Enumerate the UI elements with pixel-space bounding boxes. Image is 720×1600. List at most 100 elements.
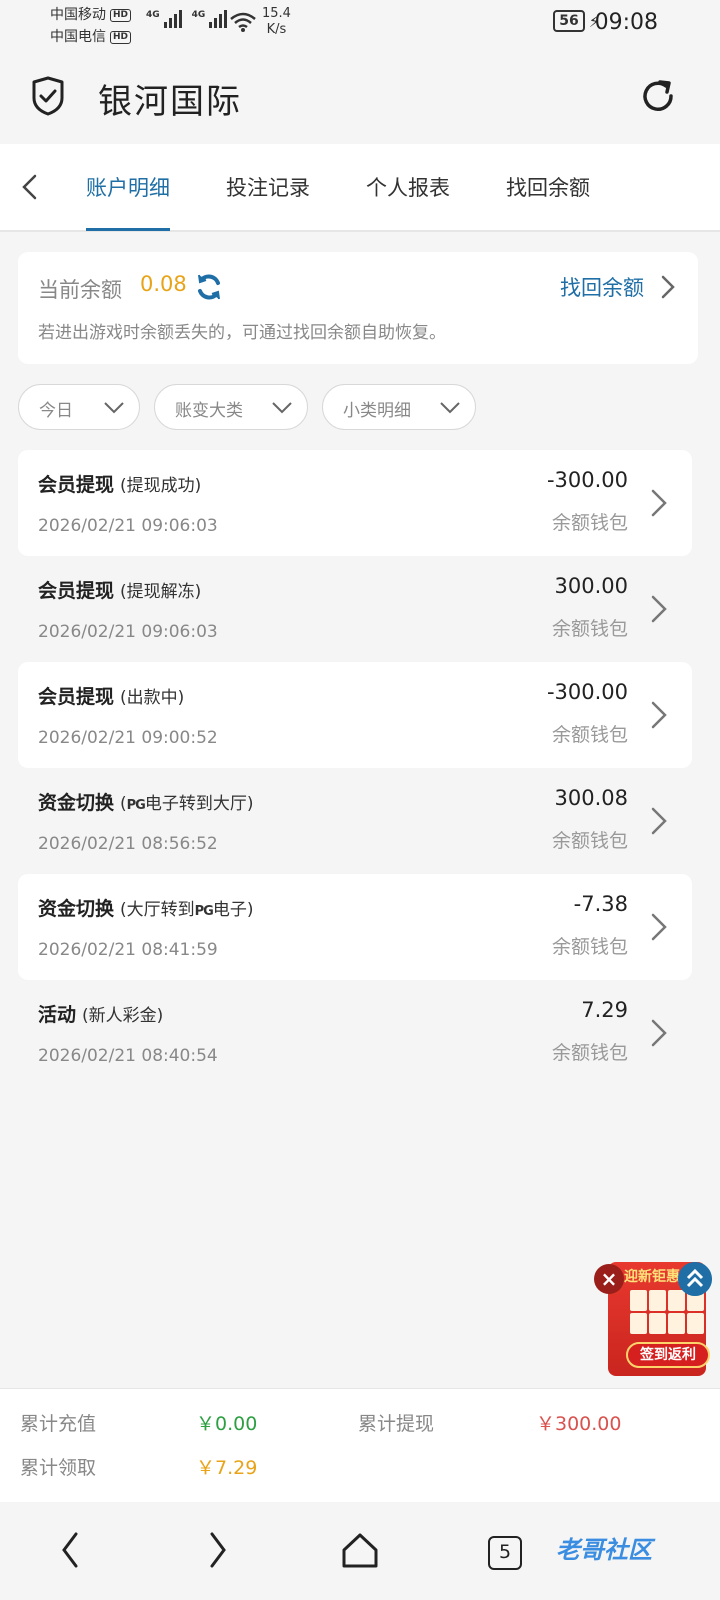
transaction-subtype: (新人彩金) bbox=[82, 1006, 164, 1026]
balance-card: 当前余额 0.08 找回余额 若进出游戏时余额丢失的，可通过找回余额自助恢复。 bbox=[18, 252, 698, 364]
battery-icon: 56 bbox=[553, 10, 585, 32]
promo-widget[interactable]: 迎新钜惠 签到返利 × bbox=[594, 1262, 712, 1376]
transaction-title: 会员提现 (提现成功) bbox=[38, 474, 202, 496]
promo-gift-grid bbox=[630, 1290, 704, 1334]
chevron-right-icon bbox=[651, 913, 667, 941]
tab-personal-report[interactable]: 个人报表 bbox=[366, 172, 450, 202]
transaction-amount: -300.00 bbox=[546, 468, 628, 492]
pg-logo: PG bbox=[194, 904, 214, 919]
hd-badge: HD bbox=[110, 30, 132, 44]
chevron-right-icon bbox=[651, 489, 667, 517]
carrier-1: 中国移动 bbox=[50, 7, 106, 23]
chevron-right-icon bbox=[651, 807, 667, 835]
summary-panel: 累计充值 ￥0.00 累计提现 ￥300.00 累计领取 ￥7.29 bbox=[0, 1388, 720, 1502]
transaction-title: 活动 (新人彩金) bbox=[38, 1004, 164, 1026]
transaction-time: 2026/02/21 09:00:52 bbox=[38, 728, 218, 748]
transaction-title: 会员提现 (提现解冻) bbox=[38, 580, 202, 602]
network-speed: 15.4 K/s bbox=[262, 6, 291, 37]
pg-logo: PG bbox=[126, 798, 146, 813]
transaction-time: 2026/02/21 09:06:03 bbox=[38, 516, 218, 536]
promo-title: 迎新钜惠 bbox=[624, 1269, 680, 1285]
tabs-count-button[interactable]: 5 bbox=[488, 1536, 522, 1570]
transaction-wallet: 余额钱包 bbox=[551, 830, 628, 852]
app-header: 银河国际 bbox=[0, 52, 720, 142]
filter-date[interactable]: 今日 bbox=[18, 384, 140, 430]
transaction-title: 资金切换 (大厅转到PG电子) bbox=[38, 898, 254, 920]
watermark-logo: 老哥社区 bbox=[556, 1536, 652, 1564]
transaction-subtype: (出款中) bbox=[120, 688, 185, 708]
back-chevron-icon[interactable] bbox=[18, 172, 42, 202]
recover-balance-link[interactable]: 找回余额 bbox=[560, 272, 644, 302]
transaction-subtype: (PG电子转到大厅) bbox=[120, 794, 254, 814]
transaction-title: 资金切换 (PG电子转到大厅) bbox=[38, 792, 254, 814]
transaction-wallet: 余额钱包 bbox=[551, 936, 628, 958]
chevron-right-icon[interactable] bbox=[660, 274, 676, 300]
balance-value: 0.08 bbox=[140, 272, 187, 296]
transaction-amount: -7.38 bbox=[573, 892, 628, 916]
signal-icons: 4G 4G bbox=[146, 10, 228, 28]
chevron-down-icon bbox=[104, 402, 124, 414]
transaction-time: 2026/02/21 08:41:59 bbox=[38, 940, 218, 960]
transaction-amount: 7.29 bbox=[581, 998, 628, 1022]
filter-category[interactable]: 账变大类 bbox=[154, 384, 308, 430]
signal-icon: 4G bbox=[146, 10, 182, 28]
wifi-icon bbox=[230, 12, 256, 32]
transaction-row[interactable]: 资金切换 (PG电子转到大厅) 2026/02/21 08:56:52 300.0… bbox=[18, 768, 692, 874]
home-icon[interactable] bbox=[340, 1530, 380, 1570]
chevron-right-icon bbox=[651, 701, 667, 729]
transaction-amount: 300.00 bbox=[554, 574, 628, 598]
recharge-total-label: 累计充值 bbox=[20, 1413, 97, 1435]
transaction-subtype: (提现解冻) bbox=[120, 582, 202, 602]
page-title: 银河国际 bbox=[98, 82, 242, 122]
transaction-wallet: 余额钱包 bbox=[551, 1042, 628, 1064]
chevron-down-icon bbox=[272, 402, 292, 414]
transaction-row[interactable]: 会员提现 (提现成功) 2026/02/21 09:06:03 -300.00 余… bbox=[18, 450, 692, 556]
transaction-subtype: (提现成功) bbox=[120, 476, 202, 496]
transaction-row[interactable]: 会员提现 (提现解冻) 2026/02/21 09:06:03 300.00 余额… bbox=[18, 556, 692, 662]
balance-note: 若进出游戏时余额丢失的，可通过找回余额自助恢复。 bbox=[38, 323, 446, 343]
chevron-down-icon bbox=[440, 402, 460, 414]
withdraw-total-label: 累计提现 bbox=[358, 1413, 435, 1435]
filter-date-label: 今日 bbox=[39, 401, 73, 421]
transaction-wallet: 余额钱包 bbox=[551, 512, 628, 534]
tab-account-details[interactable]: 账户明细 bbox=[86, 172, 170, 202]
status-bar: 中国移动 HD 中国电信 HD 4G 4G 15.4 K/s 56 ⚡ 09:08 bbox=[0, 0, 720, 52]
transaction-title: 会员提现 (出款中) bbox=[38, 686, 185, 708]
tab-bet-records[interactable]: 投注记录 bbox=[226, 172, 310, 202]
back-icon[interactable] bbox=[58, 1530, 82, 1570]
filter-subcategory[interactable]: 小类明细 bbox=[322, 384, 476, 430]
carrier-2: 中国电信 bbox=[50, 29, 106, 45]
claim-total-value: ￥7.29 bbox=[196, 1457, 258, 1479]
carrier-info: 中国移动 HD 中国电信 HD bbox=[50, 4, 132, 48]
claim-total-label: 累计领取 bbox=[20, 1457, 97, 1479]
filter-subcategory-label: 小类明细 bbox=[343, 401, 411, 421]
transaction-row[interactable]: 活动 (新人彩金) 2026/02/21 08:40:54 7.29 余额钱包 bbox=[18, 980, 692, 1086]
transaction-row[interactable]: 会员提现 (出款中) 2026/02/21 09:00:52 -300.00 余额… bbox=[18, 662, 692, 768]
status-time: 09:08 bbox=[594, 10, 658, 35]
refresh-icon[interactable] bbox=[638, 76, 678, 116]
promo-checkin-button[interactable]: 签到返利 bbox=[626, 1342, 710, 1368]
close-icon[interactable]: × bbox=[594, 1264, 624, 1294]
transaction-time: 2026/02/21 08:40:54 bbox=[38, 1046, 218, 1066]
transaction-subtype: (大厅转到PG电子) bbox=[120, 900, 254, 920]
signal-icon: 4G bbox=[192, 10, 228, 28]
transaction-row[interactable]: 资金切换 (大厅转到PG电子) 2026/02/21 08:41:59 -7.38… bbox=[18, 874, 692, 980]
shield-check-icon[interactable] bbox=[28, 76, 68, 116]
transaction-time: 2026/02/21 08:56:52 bbox=[38, 834, 218, 854]
balance-label: 当前余额 bbox=[38, 278, 122, 302]
balance-refresh-icon[interactable] bbox=[194, 272, 224, 302]
forward-icon[interactable] bbox=[206, 1530, 230, 1570]
chevron-right-icon bbox=[651, 1019, 667, 1047]
recharge-total-value: ￥0.00 bbox=[196, 1413, 258, 1435]
transaction-wallet: 余额钱包 bbox=[551, 618, 628, 640]
browser-nav-bar: 5 老哥社区 bbox=[0, 1502, 720, 1600]
tab-recover-balance[interactable]: 找回余额 bbox=[506, 172, 590, 202]
transaction-wallet: 余额钱包 bbox=[551, 724, 628, 746]
transaction-amount: -300.00 bbox=[546, 680, 628, 704]
scroll-top-icon[interactable] bbox=[678, 1262, 712, 1296]
tab-bar: 账户明细 投注记录 个人报表 找回余额 bbox=[0, 144, 720, 232]
chevron-right-icon bbox=[651, 595, 667, 623]
active-tab-indicator bbox=[86, 228, 170, 231]
transaction-time: 2026/02/21 09:06:03 bbox=[38, 622, 218, 642]
transaction-amount: 300.08 bbox=[554, 786, 628, 810]
